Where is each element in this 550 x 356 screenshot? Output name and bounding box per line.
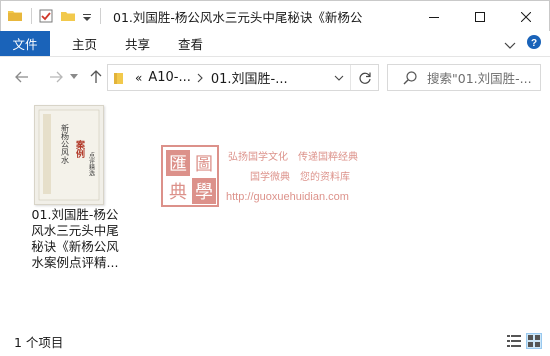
new-folder-icon[interactable]	[60, 8, 76, 24]
seal-char: 圖	[195, 154, 213, 175]
quick-access-toolbar	[1, 1, 107, 32]
address-dropdown-button[interactable]	[330, 65, 348, 90]
folder-icon	[7, 8, 23, 24]
toolbar-separator	[31, 8, 32, 24]
close-button[interactable]	[503, 1, 549, 32]
cover-title: 新杨公风水	[61, 123, 70, 164]
properties-icon[interactable]	[38, 8, 54, 24]
search-icon	[403, 70, 417, 85]
file-list-pane[interactable]: 新杨公风水 案例 点评精选 01.刘国胜-杨公 风水三元头中尾 秘诀《新杨公风 …	[0, 97, 550, 327]
search-input[interactable]: 搜索"01.刘国胜-...	[387, 64, 541, 91]
expand-ribbon-icon[interactable]	[504, 35, 516, 54]
book-cover-thumbnail: 新杨公风水 案例 点评精选	[34, 105, 104, 205]
item-count: 1 个项目	[14, 335, 64, 350]
maximize-button[interactable]	[457, 1, 503, 32]
large-icons-view-icon[interactable]	[526, 333, 542, 349]
svg-text:?: ?	[531, 38, 537, 49]
file-item[interactable]: 新杨公风水 案例 点评精选 01.刘国胜-杨公 风水三元头中尾 秘诀《新杨公风 …	[26, 103, 124, 279]
search-placeholder: 搜索"01.刘国胜-...	[427, 71, 532, 86]
forward-button[interactable]	[44, 65, 68, 89]
tab-view[interactable]: 查看	[164, 31, 217, 56]
toolbar-separator	[100, 8, 101, 24]
status-bar: 1 个项目	[0, 327, 550, 356]
file-name-line: 01.刘国胜-杨公	[31, 207, 119, 222]
watermark-url: http://guoxuehuidian.com	[226, 191, 349, 203]
title-bar: 01.刘国胜-杨公风水三元头中尾秘诀《新杨公风水...	[0, 0, 550, 31]
watermark-line1: 弘扬国学文化 传递国粹经典	[228, 150, 358, 163]
ribbon-right-controls: ?	[504, 31, 542, 57]
file-name: 01.刘国胜-杨公 风水三元头中尾 秘诀《新杨公风 水案例点评精...	[26, 207, 124, 271]
recent-locations-button[interactable]	[68, 65, 80, 89]
seal-char: 匯	[169, 154, 187, 175]
tab-share[interactable]: 共享	[111, 31, 164, 56]
up-button[interactable]	[84, 65, 108, 89]
watermark: 匯 圖 典 學 弘扬国学文化 传递国粹经典 国学微典 您的资料库 http://…	[160, 142, 400, 212]
navigation-bar: « A10-... 01.刘国胜-... 搜索"01.刘国胜-...	[0, 57, 550, 97]
minimize-button[interactable]	[411, 1, 457, 32]
breadcrumb-item[interactable]: A10-...	[148, 70, 191, 85]
watermark-line2: 国学微典 您的资料库	[250, 170, 350, 183]
file-name-line: 风水三元头中尾	[31, 223, 119, 238]
ribbon-tabs: 文件 主页 共享 查看 ?	[0, 31, 550, 57]
cover-subtitle: 案例	[74, 139, 86, 159]
address-bar[interactable]: « A10-... 01.刘国胜-...	[107, 64, 379, 91]
back-button[interactable]	[10, 65, 34, 89]
customize-toolbar-icon[interactable]	[82, 8, 92, 24]
window-controls	[411, 1, 549, 32]
window-title: 01.刘国胜-杨公风水三元头中尾秘诀《新杨公风水...	[113, 9, 363, 25]
help-icon[interactable]: ?	[526, 34, 542, 54]
breadcrumb-item[interactable]: 01.刘国胜-...	[211, 68, 288, 87]
cover-caption: 点评精选	[88, 151, 95, 177]
folder-icon	[113, 71, 125, 85]
seal-char: 學	[195, 182, 213, 203]
breadcrumb-overflow[interactable]: «	[135, 71, 142, 85]
details-view-icon[interactable]	[506, 333, 522, 349]
chevron-right-icon[interactable]	[197, 73, 203, 83]
refresh-button[interactable]	[350, 65, 378, 90]
file-name-line: 秘诀《新杨公风	[31, 239, 119, 254]
tab-file[interactable]: 文件	[0, 31, 50, 56]
file-name-line: 水案例点评精...	[31, 255, 119, 270]
view-toggle	[506, 333, 542, 349]
seal-char: 典	[169, 182, 187, 203]
tab-home[interactable]: 主页	[58, 31, 111, 56]
